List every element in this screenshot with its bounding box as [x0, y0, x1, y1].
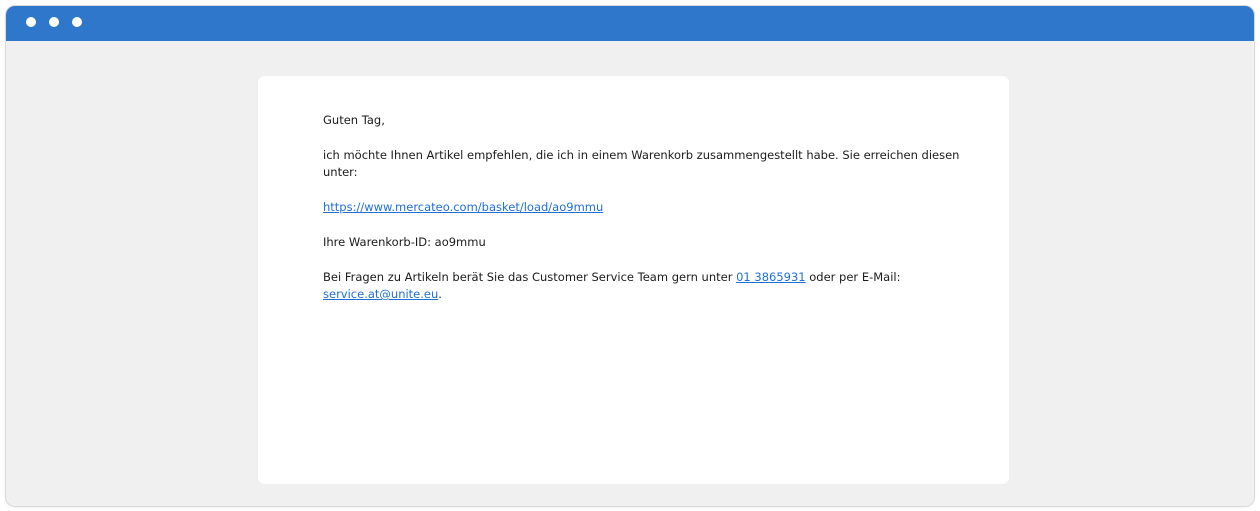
window-titlebar [6, 6, 1254, 41]
window-minimize-dot-icon[interactable] [49, 17, 59, 27]
intro-text: ich möchte Ihnen Artikel empfehlen, die … [323, 148, 960, 179]
greeting-text: Guten Tag, [323, 113, 385, 127]
contact-suffix-text: . [438, 287, 442, 301]
basket-link-paragraph: https://www.mercateo.com/basket/load/ao9… [323, 199, 963, 216]
email-card: Guten Tag, ich möchte Ihnen Artikel empf… [258, 76, 1009, 484]
contact-prefix-text: Bei Fragen zu Artikeln berät Sie das Cus… [323, 270, 737, 284]
basket-id-text: Ihre Warenkorb-ID: ao9mmu [323, 235, 486, 249]
contact-paragraph: Bei Fragen zu Artikeln berät Sie das Cus… [323, 269, 963, 303]
contact-middle-text: oder per E-Mail: [805, 270, 901, 284]
service-email-link[interactable]: service.at@unite.eu [323, 287, 438, 301]
window-close-dot-icon[interactable] [26, 17, 36, 27]
basket-link[interactable]: https://www.mercateo.com/basket/load/ao9… [323, 200, 603, 214]
browser-window: Guten Tag, ich möchte Ihnen Artikel empf… [6, 6, 1254, 506]
email-body: Guten Tag, ich möchte Ihnen Artikel empf… [323, 112, 963, 321]
window-maximize-dot-icon[interactable] [72, 17, 82, 27]
phone-link[interactable]: 01 3865931 [736, 270, 806, 284]
